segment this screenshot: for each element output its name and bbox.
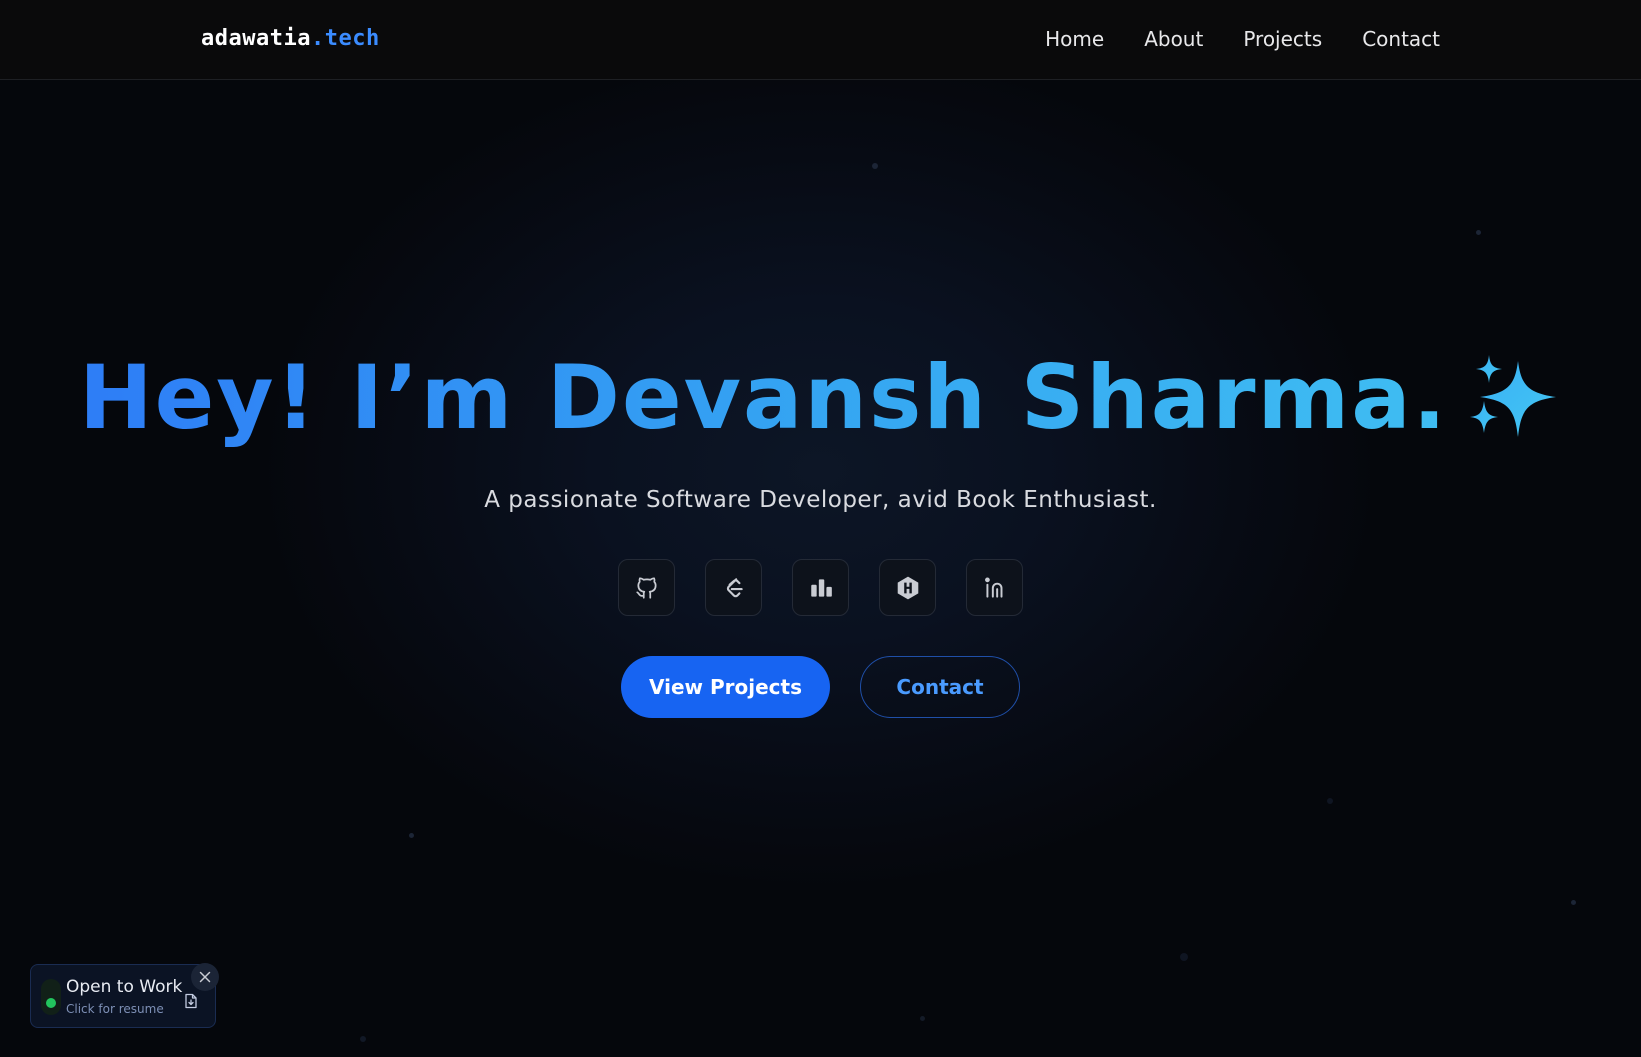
site-logo[interactable]: adawatia.tech	[201, 26, 380, 51]
background-star	[1476, 230, 1481, 235]
toast-close-button[interactable]	[191, 963, 219, 991]
open-to-work-toast[interactable]: Open to Work Click for resume	[30, 963, 219, 1028]
stats-link[interactable]	[792, 559, 849, 616]
background-star	[360, 1036, 366, 1042]
leetcode-link[interactable]	[705, 559, 762, 616]
nav-about-link[interactable]: About	[1144, 27, 1203, 51]
background-star	[1327, 798, 1333, 804]
background-star	[409, 833, 414, 838]
logo-name: adawatia	[201, 26, 311, 51]
hero-heading: Hey! I’m Devansh Sharma.	[0, 348, 1641, 448]
hashnode-icon	[897, 576, 918, 599]
bar-chart-icon	[810, 578, 832, 597]
github-link[interactable]	[618, 559, 675, 616]
background-star	[1571, 900, 1576, 905]
toast-subtitle: Click for resume	[66, 1002, 164, 1016]
top-navbar: adawatia.tech Home About Projects Contac…	[0, 0, 1641, 80]
linkedin-icon	[984, 576, 1002, 598]
leetcode-icon	[726, 577, 743, 597]
document-icon	[185, 993, 197, 1009]
logo-domain: .tech	[310, 26, 380, 51]
status-dot-icon	[46, 998, 56, 1008]
github-icon	[635, 576, 657, 599]
background-star	[920, 1016, 925, 1021]
hero-subtitle: A passionate Software Developer, avid Bo…	[484, 487, 1157, 513]
page: adawatia.tech Home About Projects Contac…	[0, 0, 1641, 1057]
toast-title: Open to Work	[66, 977, 183, 997]
background-star	[872, 163, 878, 169]
background-star	[1180, 953, 1188, 961]
main-nav: Home About Projects Contact	[1045, 27, 1440, 51]
view-projects-button[interactable]: View Projects	[621, 656, 830, 718]
hashnode-link[interactable]	[879, 559, 936, 616]
hero-title: Hey! I’m Devansh Sharma.	[78, 346, 1449, 449]
sparkles-icon	[1470, 355, 1557, 437]
contact-button[interactable]: Contact	[860, 656, 1020, 718]
close-icon	[199, 971, 211, 983]
nav-contact-link[interactable]: Contact	[1362, 27, 1440, 51]
nav-projects-link[interactable]: Projects	[1243, 27, 1322, 51]
social-links	[618, 559, 1023, 616]
linkedin-link[interactable]	[966, 559, 1023, 616]
status-indicator	[41, 979, 61, 1015]
nav-home-link[interactable]: Home	[1045, 27, 1104, 51]
